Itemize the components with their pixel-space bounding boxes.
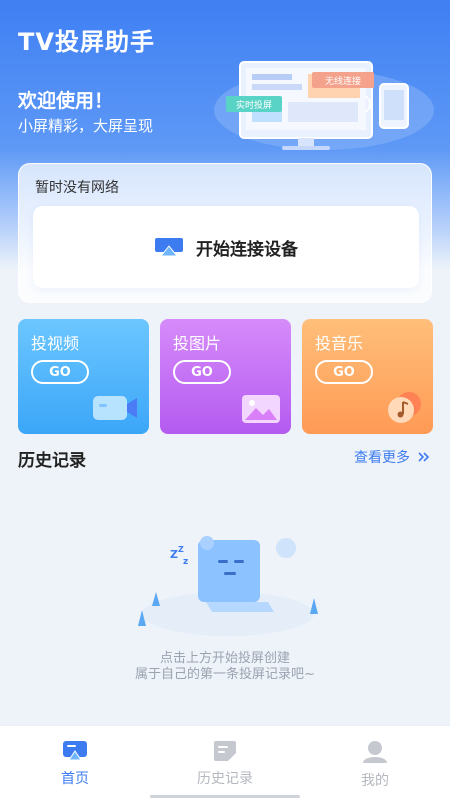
hero-badge-left: 实时投屏 (236, 99, 272, 111)
cast-image-go-button[interactable]: GO (173, 360, 231, 384)
tab-mine[interactable]: 我的 (315, 740, 435, 790)
cast-image-label: 投图片 (173, 334, 222, 353)
history-title: 历史记录 (18, 451, 86, 471)
tab-home-label: 首页 (61, 771, 89, 787)
history-note-icon (214, 741, 236, 761)
tab-mine-label: 我的 (361, 773, 389, 789)
bottom-tab-bar: 首页 历史记录 我的 (0, 725, 450, 800)
connect-button-label: 开始连接设备 (196, 239, 298, 260)
network-status: 暂时没有网络 (35, 180, 119, 196)
svg-text:Z: Z (178, 545, 184, 554)
cast-music-go-button[interactable]: GO (315, 360, 373, 384)
svg-text:z: z (183, 557, 188, 567)
cast-video-tile[interactable]: 投视频 GO (18, 319, 149, 434)
video-camera-icon (93, 396, 137, 420)
cast-image-tile[interactable]: 投图片 GO (160, 319, 291, 434)
cast-music-tile[interactable]: 投音乐 GO (302, 319, 433, 434)
cast-video-go-button[interactable]: GO (31, 360, 89, 384)
music-note-icon (388, 392, 421, 423)
home-cast-icon (63, 741, 87, 761)
double-chevron-right-icon (418, 452, 430, 462)
cast-music-label: 投音乐 (315, 334, 364, 353)
tab-history[interactable]: 历史记录 (165, 740, 285, 788)
person-icon (363, 741, 387, 763)
welcome-title: 欢迎使用！ (18, 90, 114, 112)
hero-illustration: 实时投屏 无线连接 (214, 61, 434, 150)
welcome-subtitle: 小屏精彩，大屏呈现 (18, 117, 154, 135)
view-more-link[interactable]: 查看更多 (354, 447, 430, 467)
start-connect-button[interactable]: 开始连接设备 (33, 206, 419, 288)
svg-text:Z: Z (170, 548, 178, 561)
home-indicator (150, 795, 300, 798)
cast-video-label: 投视频 (31, 334, 80, 353)
view-more-label: 查看更多 (354, 450, 410, 466)
tab-home[interactable]: 首页 (15, 740, 135, 788)
empty-history-illustration: Z Z z (138, 536, 318, 636)
screen-cast-icon (155, 238, 183, 257)
hero-badge-right: 无线连接 (325, 75, 361, 87)
image-icon (242, 395, 280, 423)
connect-card: 暂时没有网络 开始连接设备 (18, 163, 432, 303)
empty-hint-line-2: 属于自己的第一条投屏记录吧~ (135, 667, 315, 682)
tab-history-label: 历史记录 (197, 771, 253, 787)
app-title: TV投屏助手 (18, 28, 155, 56)
